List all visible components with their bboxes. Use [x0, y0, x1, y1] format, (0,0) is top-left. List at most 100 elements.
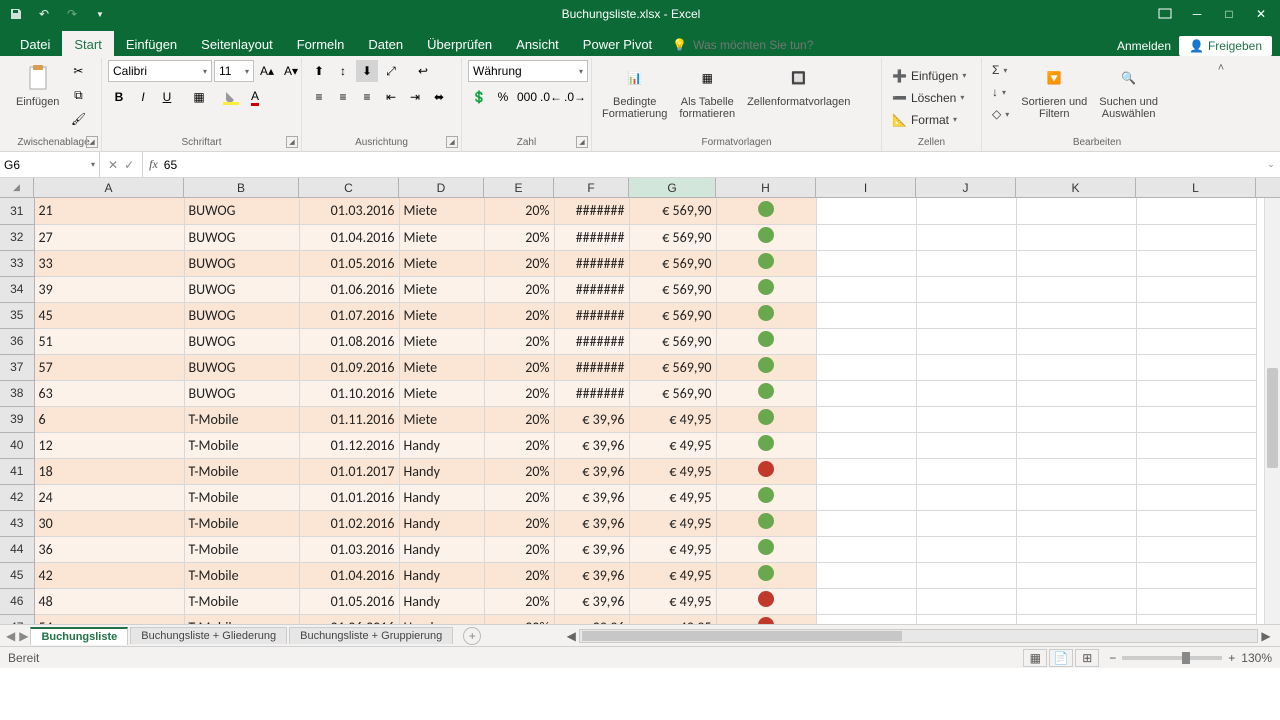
cell-J41[interactable] [916, 458, 1016, 484]
tab-powerpivot[interactable]: Power Pivot [571, 31, 664, 56]
column-header-I[interactable]: I [816, 178, 916, 197]
cell-J32[interactable] [916, 224, 1016, 250]
minimize-icon[interactable]: ─ [1182, 3, 1212, 25]
cell-J42[interactable] [916, 484, 1016, 510]
signin-link[interactable]: Anmelden [1117, 39, 1171, 53]
row-header[interactable]: 43 [0, 510, 34, 536]
cell-A40[interactable]: 12 [34, 432, 184, 458]
cell-I43[interactable] [816, 510, 916, 536]
new-sheet-button[interactable]: + [463, 627, 481, 645]
name-box[interactable]: ▾ [0, 152, 100, 177]
cell-B46[interactable]: T-Mobile [184, 588, 299, 614]
cell-J40[interactable] [916, 432, 1016, 458]
zoom-level[interactable]: 130% [1241, 651, 1272, 665]
accounting-icon[interactable]: 💲 [468, 86, 490, 108]
column-header-D[interactable]: D [399, 178, 484, 197]
cell-D41[interactable]: Handy [399, 458, 484, 484]
font-size-combo[interactable]: 11▾ [214, 60, 254, 82]
share-button[interactable]: 👤 Freigeben [1179, 36, 1272, 56]
view-normal-icon[interactable]: ▦ [1023, 649, 1047, 667]
cell-A34[interactable]: 39 [34, 276, 184, 302]
hscroll-left-icon[interactable]: ◀ [563, 628, 579, 644]
zoom-slider[interactable] [1122, 656, 1222, 660]
align-top-icon[interactable]: ⬆ [308, 60, 330, 82]
format-painter-icon[interactable]: 🖌 [67, 108, 89, 130]
cell-G45[interactable]: € 49,95 [629, 562, 716, 588]
cell-B33[interactable]: BUWOG [184, 250, 299, 276]
cell-B41[interactable]: T-Mobile [184, 458, 299, 484]
column-header-G[interactable]: G [629, 178, 716, 197]
cell-G33[interactable]: € 569,90 [629, 250, 716, 276]
column-header-F[interactable]: F [554, 178, 629, 197]
cell-E32[interactable]: 20% [484, 224, 554, 250]
cell-A36[interactable]: 51 [34, 328, 184, 354]
cell-I31[interactable] [816, 198, 916, 224]
cell-H38[interactable] [716, 380, 816, 406]
cell-J31[interactable] [916, 198, 1016, 224]
cell-I47[interactable] [816, 614, 916, 624]
cell-C31[interactable]: 01.03.2016 [299, 198, 399, 224]
cell-K38[interactable] [1016, 380, 1136, 406]
cell-B34[interactable]: BUWOG [184, 276, 299, 302]
cell-F33[interactable]: ####### [554, 250, 629, 276]
cell-J38[interactable] [916, 380, 1016, 406]
cell-G34[interactable]: € 569,90 [629, 276, 716, 302]
cell-J45[interactable] [916, 562, 1016, 588]
cell-F44[interactable]: € 39,96 [554, 536, 629, 562]
cell-J47[interactable] [916, 614, 1016, 624]
column-header-K[interactable]: K [1016, 178, 1136, 197]
cell-I45[interactable] [816, 562, 916, 588]
cell-F34[interactable]: ####### [554, 276, 629, 302]
autosum-button[interactable]: Σ▾ [988, 60, 1013, 80]
cell-K33[interactable] [1016, 250, 1136, 276]
cell-styles-button[interactable]: 🔲Zellenformatvorlagen [743, 60, 854, 110]
cell-J44[interactable] [916, 536, 1016, 562]
cell-F42[interactable]: € 39,96 [554, 484, 629, 510]
cell-C34[interactable]: 01.06.2016 [299, 276, 399, 302]
cell-E40[interactable]: 20% [484, 432, 554, 458]
tab-home[interactable]: Start [62, 31, 113, 56]
cell-D31[interactable]: Miete [399, 198, 484, 224]
font-launcher-icon[interactable]: ◢ [286, 136, 298, 148]
cell-D38[interactable]: Miete [399, 380, 484, 406]
cell-J34[interactable] [916, 276, 1016, 302]
column-header-H[interactable]: H [716, 178, 816, 197]
conditional-formatting-button[interactable]: 📊Bedingte Formatierung [598, 60, 671, 122]
cell-E44[interactable]: 20% [484, 536, 554, 562]
cell-C42[interactable]: 01.01.2016 [299, 484, 399, 510]
cell-D34[interactable]: Miete [399, 276, 484, 302]
fill-button[interactable]: ↓▾ [988, 82, 1013, 102]
cell-C41[interactable]: 01.01.2017 [299, 458, 399, 484]
cell-I33[interactable] [816, 250, 916, 276]
cell-I39[interactable] [816, 406, 916, 432]
column-header-J[interactable]: J [916, 178, 1016, 197]
row-header[interactable]: 39 [0, 406, 34, 432]
cell-E35[interactable]: 20% [484, 302, 554, 328]
cell-B36[interactable]: BUWOG [184, 328, 299, 354]
cell-H37[interactable] [716, 354, 816, 380]
cell-G40[interactable]: € 49,95 [629, 432, 716, 458]
hscroll-right-icon[interactable]: ▶ [1258, 628, 1274, 644]
cell-J39[interactable] [916, 406, 1016, 432]
cell-B47[interactable]: T-Mobile [184, 614, 299, 624]
cell-D47[interactable]: Handy [399, 614, 484, 624]
cancel-formula-icon[interactable]: ✕ [108, 158, 118, 172]
cell-E38[interactable]: 20% [484, 380, 554, 406]
comma-icon[interactable]: 000 [516, 86, 538, 108]
cell-L47[interactable] [1136, 614, 1256, 624]
horizontal-scroll-thumb[interactable] [582, 631, 902, 641]
copy-icon[interactable]: ⧉ [67, 84, 89, 106]
cell-F32[interactable]: ####### [554, 224, 629, 250]
cut-icon[interactable]: ✂ [67, 60, 89, 82]
cell-B35[interactable]: BUWOG [184, 302, 299, 328]
cell-I40[interactable] [816, 432, 916, 458]
undo-icon[interactable]: ↶ [32, 3, 56, 25]
cell-C39[interactable]: 01.11.2016 [299, 406, 399, 432]
cell-L37[interactable] [1136, 354, 1256, 380]
decrease-indent-icon[interactable]: ⇤ [380, 86, 402, 108]
select-all-triangle[interactable]: ◢ [0, 178, 34, 197]
cell-F43[interactable]: € 39,96 [554, 510, 629, 536]
decrease-decimal-icon[interactable]: .0→ [564, 86, 586, 108]
row-header[interactable]: 31 [0, 198, 34, 224]
name-box-input[interactable] [4, 158, 74, 172]
